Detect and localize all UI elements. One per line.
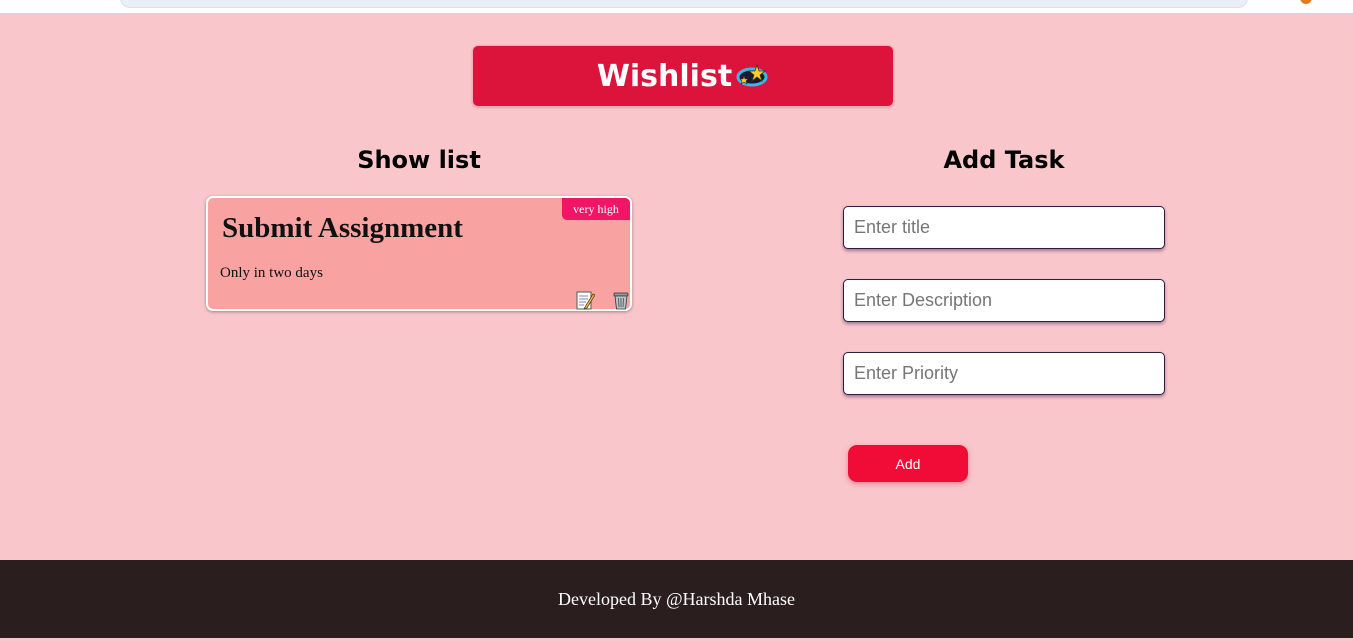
add-button[interactable]: Add: [848, 445, 968, 482]
footer-credit: Developed By @Harshda Mhase: [557, 588, 795, 609]
address-bar[interactable]: [120, 0, 1248, 8]
task-description: Only in two days: [220, 265, 323, 281]
task-title: Submit Assignment: [222, 212, 463, 244]
show-list-heading: Show list: [357, 146, 481, 174]
wastebasket-icon[interactable]: [611, 290, 631, 310]
browser-top-strip: [0, 0, 1353, 14]
priority-badge: very high: [562, 198, 630, 220]
task-card: very high Submit Assignment Only in two …: [206, 196, 632, 311]
priority-input[interactable]: [843, 352, 1165, 395]
bottom-divider: [0, 638, 1353, 642]
footer: Developed By @Harshda Mhase: [0, 560, 1353, 638]
dizzy-star-icon: [736, 63, 768, 87]
description-input[interactable]: [843, 279, 1165, 322]
add-task-heading: Add Task: [943, 146, 1065, 174]
memo-icon[interactable]: [575, 290, 595, 310]
profile-icon[interactable]: [1300, 0, 1312, 4]
page-title: Wishlist: [596, 58, 733, 94]
wishlist-banner: Wishlist: [472, 45, 894, 107]
title-input[interactable]: [843, 206, 1165, 249]
